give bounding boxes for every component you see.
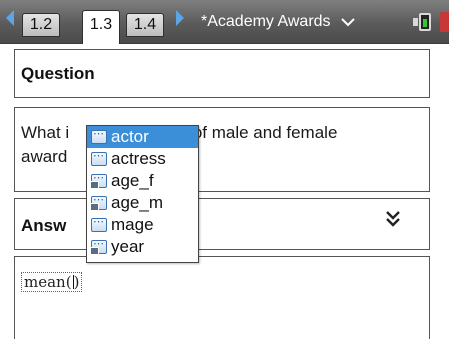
autocomplete-item-label: actress <box>111 149 166 168</box>
question-header-panel: Question <box>14 49 430 98</box>
tab-page-1-3[interactable]: 1.3 <box>82 10 120 44</box>
question-body-panel: What i ge of male and female award <box>14 107 430 192</box>
answer-header-panel: Answ <box>14 198 430 250</box>
list-variable-icon <box>91 149 107 166</box>
locked-variable-icon <box>90 237 107 255</box>
document-title: *Academy Awards <box>201 13 331 30</box>
autocomplete-item-label: year <box>111 237 145 256</box>
math-entry-field[interactable]: mean() <box>21 272 83 292</box>
autocomplete-item-year[interactable]: year <box>87 236 198 258</box>
closing-paren: ) <box>73 273 80 291</box>
answer-input-area[interactable]: mean() <box>14 256 430 339</box>
autocomplete-item-label: age_f <box>111 171 154 190</box>
battery-terminal <box>413 18 418 26</box>
math-entry-text: mean( <box>24 273 72 291</box>
tab-page-1-2[interactable]: 1.2 <box>22 13 60 37</box>
locked-variable-icon <box>90 193 107 211</box>
autocomplete-item-label: age_m <box>111 193 163 212</box>
next-page-arrow-icon[interactable] <box>176 10 184 26</box>
autocomplete-item-actor[interactable]: actor <box>87 126 198 148</box>
locked-variable-icon <box>90 171 107 189</box>
tab-page-1-4[interactable]: 1.4 <box>126 13 164 37</box>
question-text: What i ge of male and female award <box>21 121 421 169</box>
tab-bar: 1.2 1.3 1.4 *Academy Awards <box>0 0 449 44</box>
question-text-line-2: award <box>21 147 68 166</box>
close-icon[interactable] <box>440 12 449 32</box>
autocomplete-item-age-m[interactable]: age_m <box>87 192 198 214</box>
autocomplete-item-actress[interactable]: actress <box>87 148 198 170</box>
question-text-left: What i <box>21 123 70 142</box>
autocomplete-item-label: actor <box>111 127 149 146</box>
answer-heading: Answ <box>21 216 67 235</box>
autocomplete-item-age-f[interactable]: age_f <box>87 170 198 192</box>
list-variable-icon <box>91 127 107 144</box>
previous-page-arrow-icon[interactable] <box>6 10 14 26</box>
chevron-down-icon <box>341 18 355 27</box>
double-chevron-down-icon[interactable] <box>385 209 401 229</box>
autocomplete-item-label: mage <box>111 215 154 234</box>
autocomplete-item-mage[interactable]: mage <box>87 214 198 236</box>
battery-icon <box>419 13 431 31</box>
document-title-menu[interactable]: *Academy Awards <box>201 12 355 31</box>
list-variable-icon <box>91 215 107 232</box>
variable-autocomplete-menu: actor actress age_f age_m mage year <box>86 125 199 263</box>
question-heading: Question <box>21 64 95 83</box>
